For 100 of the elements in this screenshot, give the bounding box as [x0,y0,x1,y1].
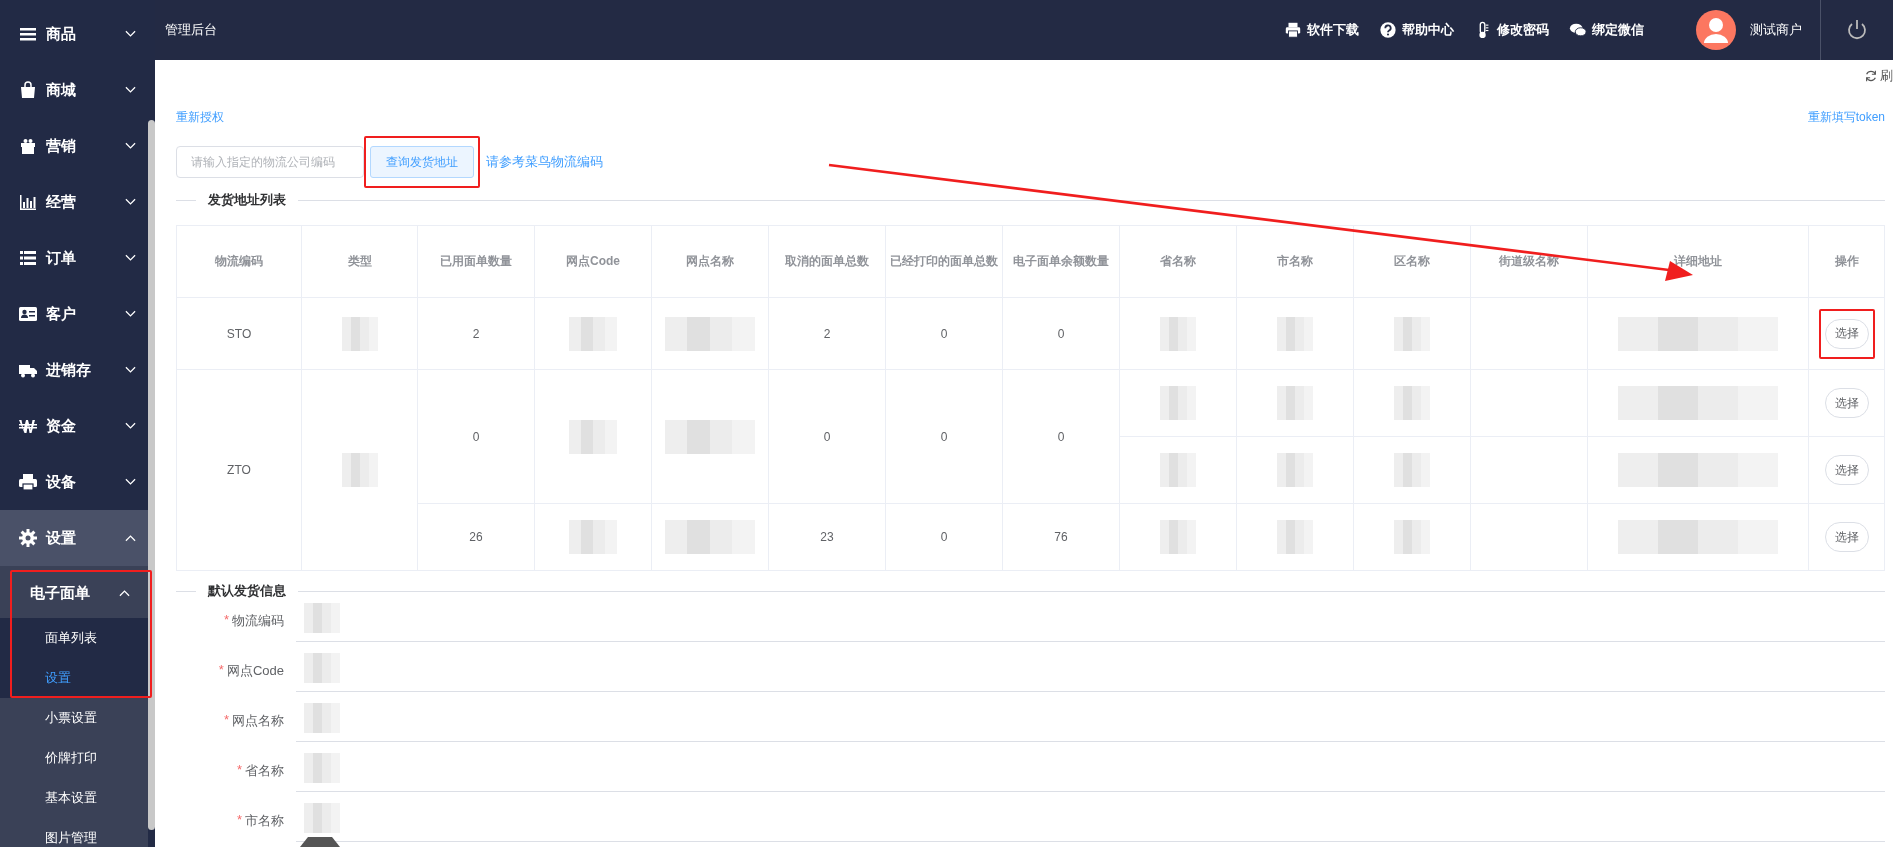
search-field[interactable]: 请输入指定的物流公司编码 [176,146,364,178]
header-link[interactable]: 软件下载 [1284,21,1359,39]
column-header: 网点名称 [651,225,769,298]
table-cell: 0 [1002,369,1120,504]
column-header: 类型 [301,225,418,298]
column-header: 已用面单数量 [417,225,535,298]
printer-icon [1284,21,1302,39]
form-label: 网点名称 [232,712,284,730]
column-header: 市名称 [1236,225,1354,298]
chevron-icon [125,142,136,150]
chevron-icon [125,534,136,542]
blurred-patch [1160,316,1196,351]
settings-icon [18,528,38,548]
sidebar-item[interactable]: 资金 [0,398,148,454]
sidebar-item[interactable]: 营销 [0,118,148,174]
collapse-handle-icon[interactable] [300,837,340,847]
blurred-patch [569,419,617,454]
sidebar-item[interactable]: 订单 [0,230,148,286]
chevron-icon [125,86,136,94]
sidebar-item[interactable]: 商品 [0,6,148,62]
blurred-patch [304,753,340,783]
form-label: 市名称 [245,812,284,830]
select-button[interactable]: 选择 [1824,388,1869,418]
blurred-patch [304,603,340,633]
section-title: 默认发货信息 [196,582,298,600]
user-name[interactable]: 测试商户 [1750,21,1802,39]
required-mark: * [236,762,242,779]
list-icon [18,248,38,268]
table-cell: 0 [417,369,535,504]
blurred-patch [1277,453,1313,487]
column-header: 已经打印的面单总数 [885,225,1003,298]
power-icon[interactable] [1845,18,1869,42]
table-cell: 0 [768,369,886,504]
column-header: 网点Code [534,225,652,298]
form-label: 物流编码 [232,612,284,630]
chevron-icon [125,422,136,430]
refresh-icon [1864,69,1878,83]
table-cell: 0 [885,503,1003,571]
id-card-icon [18,304,38,324]
table-cell: STO [176,297,302,370]
blurred-patch [1160,453,1196,487]
column-header: 街道级名称 [1470,225,1588,298]
bag-icon [18,80,38,100]
submenu-item[interactable]: 设置 [0,658,148,698]
sidebar-item[interactable]: 进销存 [0,342,148,398]
bar-chart-icon [18,192,38,212]
header-link[interactable]: 修改密码 [1474,21,1549,39]
required-mark: * [218,662,224,679]
scrollbar[interactable] [148,120,155,830]
chevron-icon [125,30,136,38]
column-header: 电子面单余额数量 [1002,225,1120,298]
blurred-patch [304,803,340,833]
form-label: 网点Code [226,662,284,680]
blurred-patch [304,703,340,733]
blurred-patch [304,653,340,683]
submenu-item[interactable]: 价牌打印 [0,738,148,778]
sidebar-item[interactable]: 设备 [0,454,148,510]
blurred-patch [1160,386,1196,420]
submenu-item[interactable]: 基本设置 [0,778,148,818]
header-link[interactable]: 绑定微信 [1569,21,1644,39]
help-icon [1379,21,1397,39]
chevron-icon [125,254,136,262]
header-link[interactable]: 帮助中心 [1379,21,1454,39]
blurred-patch [1394,316,1430,351]
blurred-patch [569,520,617,554]
column-header: 物流编码 [176,225,302,298]
sidebar-item[interactable]: 设置 [0,510,148,566]
chevron-icon [125,366,136,374]
sidebar-item[interactable]: 经营 [0,174,148,230]
table-cell: 0 [885,369,1003,504]
section-title: 发货地址列表 [196,191,298,209]
blurred-patch [341,453,378,487]
submenu-item[interactable]: 小票设置 [0,698,148,738]
select-button[interactable]: 选择 [1824,318,1869,349]
refresh-button[interactable]: 刷 [1864,65,1893,87]
submenu-item[interactable]: 图片管理 [0,818,148,847]
blurred-patch [1394,520,1430,554]
submenu-item[interactable]: 面单列表 [0,618,148,658]
select-button[interactable]: 选择 [1824,455,1869,485]
chevron-icon [125,478,136,486]
avatar[interactable] [1696,10,1736,50]
blurred-patch [1394,453,1430,487]
table-cell: ZTO [176,369,302,571]
blurred-patch [1160,520,1196,554]
submenu-header[interactable]: 电子面单 [0,568,148,618]
column-header: 操作 [1808,225,1885,298]
sidebar-item[interactable]: 商城 [0,62,148,118]
chevron-icon [125,198,136,206]
required-mark: * [223,612,229,629]
sidebar-item[interactable]: 客户 [0,286,148,342]
table-cell: 2 [417,297,535,370]
table-cell: 2 [768,297,886,370]
table-cell: 76 [1002,503,1120,571]
required-mark: * [236,812,242,829]
blurred-patch [1277,386,1313,420]
gift-icon [18,136,38,156]
blurred-patch [1277,520,1313,554]
form-label: 省名称 [245,762,284,780]
select-button[interactable]: 选择 [1824,522,1869,552]
chevron-icon [119,589,130,597]
